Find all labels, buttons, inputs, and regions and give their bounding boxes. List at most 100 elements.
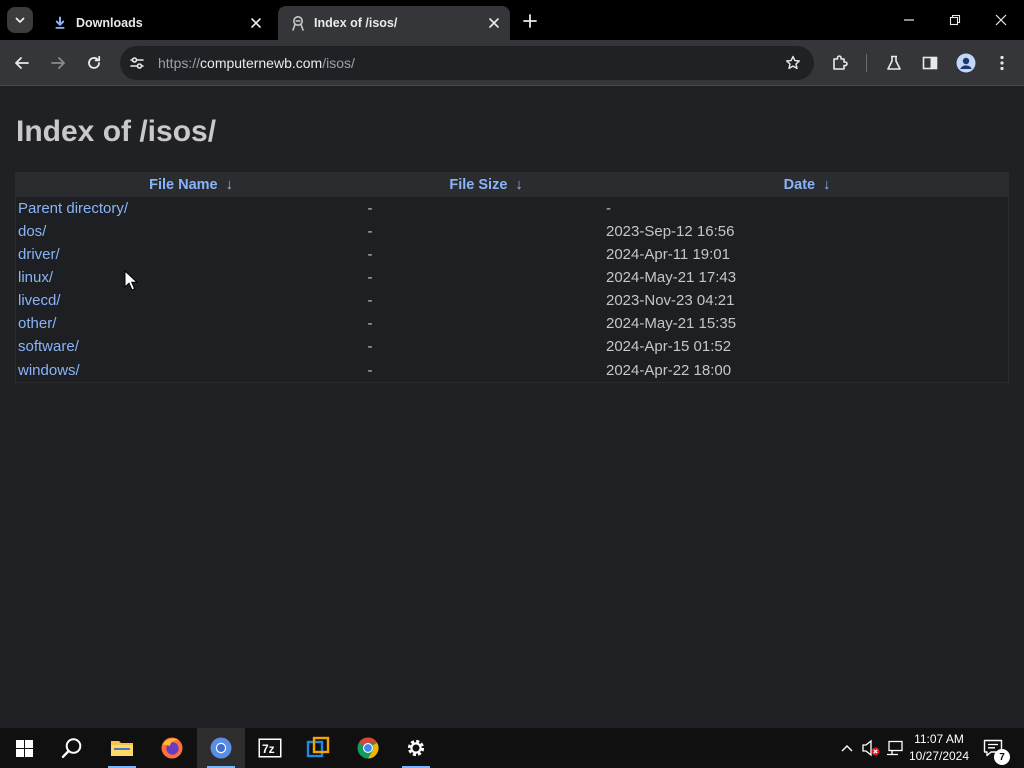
column-header-file-name[interactable]: File Name ↓: [16, 173, 366, 197]
column-header-date[interactable]: Date ↓: [606, 173, 1008, 197]
date-cell: 2024-Apr-22 18:00: [606, 361, 732, 379]
taskbar-chrome[interactable]: [344, 728, 392, 768]
mouse-cursor-icon: [124, 270, 138, 291]
table-row: other/ - 2024-May-21 15:35: [16, 312, 1008, 335]
bookmark-star-button[interactable]: [782, 52, 804, 74]
directory-link[interactable]: other/: [18, 315, 56, 332]
date-cell: 2024-Apr-15 01:52: [606, 338, 732, 355]
table-row: driver/ - 2024-Apr-11 19:01: [16, 243, 1008, 266]
profile-button[interactable]: [952, 49, 980, 77]
directory-link[interactable]: windows/: [18, 362, 80, 379]
file-name-cell: driver/: [16, 243, 366, 266]
taskbar-settings[interactable]: [392, 728, 440, 768]
url-host: computernewb.com: [200, 55, 323, 71]
close-tab-icon[interactable]: [484, 13, 504, 33]
file-size-cell: -: [366, 358, 606, 382]
file-name-cell: livecd/: [16, 289, 366, 312]
date-cell: 2024-May-21 15:35: [606, 315, 737, 332]
new-tab-button[interactable]: [518, 9, 542, 33]
page-title: Index of /isos/: [16, 115, 217, 148]
site-info-button[interactable]: [124, 50, 150, 76]
sort-arrow-icon: ↓: [823, 177, 831, 193]
taskbar-search-button[interactable]: [48, 728, 96, 768]
directory-link[interactable]: software/: [18, 338, 79, 355]
taskbar-7zip[interactable]: 7z: [246, 728, 294, 768]
directory-link[interactable]: dos/: [18, 223, 46, 240]
file-name-cell: Parent directory/: [16, 197, 366, 220]
settings-icon: [407, 739, 425, 757]
network-icon: [887, 740, 903, 756]
reload-icon: [88, 55, 101, 69]
taskbar-file-explorer[interactable]: [98, 728, 146, 768]
table-row: software/ - 2024-Apr-15 01:52: [16, 335, 1008, 358]
column-header-file-size[interactable]: File Size ↓: [366, 173, 606, 197]
close-window-button[interactable]: [978, 0, 1024, 40]
network-button[interactable]: [884, 728, 906, 768]
taskbar-chromium[interactable]: [197, 728, 245, 768]
directory-link[interactable]: Parent directory/: [18, 200, 128, 217]
puzzle-icon: [833, 55, 848, 70]
minimize-icon: [904, 19, 914, 21]
file-size-value: -: [367, 200, 373, 217]
minimize-button[interactable]: [886, 0, 932, 40]
directory-link[interactable]: livecd/: [18, 292, 61, 309]
menu-button[interactable]: [988, 49, 1016, 77]
show-hidden-icons-button[interactable]: [838, 728, 856, 768]
close-tab-icon[interactable]: [246, 13, 266, 33]
side-panel-button[interactable]: [916, 49, 944, 77]
file-size-value: -: [367, 246, 373, 263]
flask-icon: [887, 55, 901, 70]
file-listing-table: File Name ↓ File Size ↓ Date ↓ Parent direc…: [16, 173, 1008, 382]
file-size-cell: -: [366, 243, 606, 266]
forward-button[interactable]: [44, 49, 72, 77]
sort-arrow-icon: ↓: [515, 177, 523, 193]
sort-arrow-icon: ↓: [225, 177, 233, 193]
volume-muted-icon: [862, 739, 880, 757]
file-size-value: -: [367, 338, 373, 355]
labs-button[interactable]: [880, 49, 908, 77]
close-icon: [995, 14, 1007, 26]
file-size-value: -: [367, 269, 373, 286]
file-size-cell: -: [366, 266, 606, 289]
date-cell: 2024-May-21 17:43: [606, 269, 737, 286]
date-cell: 2024-Apr-11 19:01: [606, 246, 730, 263]
back-button[interactable]: [8, 49, 36, 77]
7zip-icon: 7z: [258, 738, 282, 758]
directory-link[interactable]: driver/: [18, 246, 60, 263]
virtualbox-icon: [306, 736, 330, 758]
column-label: File Size: [449, 177, 508, 193]
tab-title: Downloads: [76, 16, 143, 30]
taskbar-virtualbox[interactable]: [294, 728, 342, 768]
extensions-button[interactable]: [826, 49, 854, 77]
address-bar[interactable]: https://computernewb.com/isos/: [120, 46, 814, 80]
volume-button[interactable]: [860, 728, 882, 768]
directory-link[interactable]: linux/: [18, 269, 53, 286]
url-text[interactable]: https://computernewb.com/isos/: [158, 55, 355, 71]
svg-text:7z: 7z: [262, 742, 275, 756]
more-vert-icon: [1000, 55, 1004, 71]
search-icon: [61, 738, 82, 758]
tab-index-of-isos[interactable]: Index of /isos/: [278, 6, 510, 40]
taskbar-firefox[interactable]: [148, 728, 196, 768]
tune-icon: [130, 57, 144, 69]
restore-button[interactable]: [932, 0, 978, 40]
file-name-cell: dos/: [16, 220, 366, 243]
browser-toolbar: https://computernewb.com/isos/: [0, 40, 1024, 86]
reload-button[interactable]: [80, 49, 108, 77]
tab-strip: Downloads Index of /isos/: [0, 0, 1024, 40]
download-icon: [52, 15, 68, 31]
file-size-cell: -: [366, 335, 606, 358]
file-name-cell: linux/: [16, 266, 366, 289]
file-name-cell: windows/: [16, 358, 366, 382]
taskbar-clock[interactable]: 11:07 AM 10/27/2024: [904, 731, 974, 765]
taskbar: 7z 11:07 AM 10/27/2024: [0, 728, 1024, 768]
file-size-value: -: [367, 315, 373, 332]
start-button[interactable]: [0, 728, 48, 768]
tab-downloads[interactable]: Downloads: [40, 6, 272, 40]
table-row: livecd/ - 2023-Nov-23 04:21: [16, 289, 1008, 312]
file-name-cell: other/: [16, 312, 366, 335]
file-name-cell: software/: [16, 335, 366, 358]
chevron-up-icon: [841, 745, 853, 752]
chrome-icon: [357, 737, 379, 759]
tab-search-button[interactable]: [7, 7, 33, 33]
